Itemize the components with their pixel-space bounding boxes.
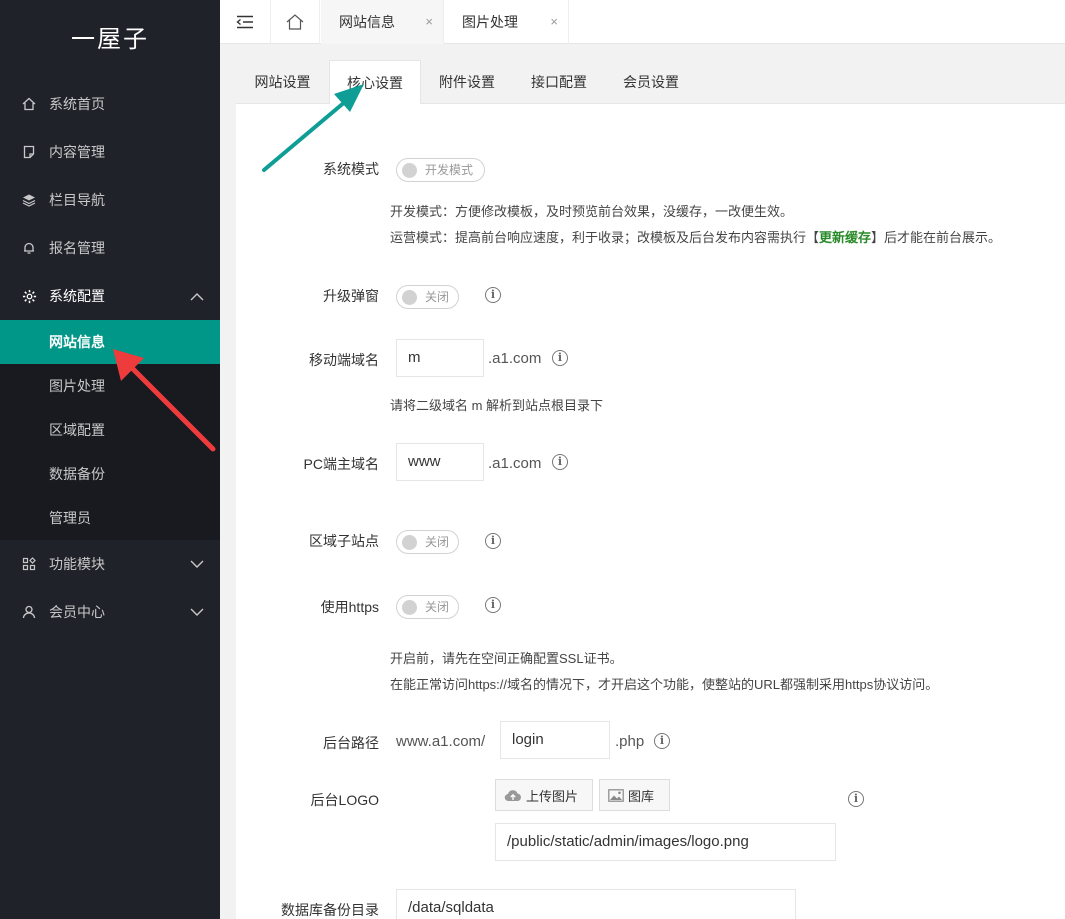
gallery-button[interactable]: 图库 <box>599 779 670 811</box>
switch-knob <box>402 600 417 615</box>
switch-knob <box>402 535 417 550</box>
user-icon <box>20 588 38 636</box>
menu-label: 栏目导航 <box>49 192 105 208</box>
switch-knob <box>402 163 417 178</box>
upgrade-popup-switch[interactable]: 关闭 <box>396 285 459 309</box>
system-mode-help-dev: 开发模式：方便修改模板，及时预览前台效果，没缓存，一改便生效。 <box>390 204 794 219</box>
submenu-item-image[interactable]: 图片处理 <box>0 364 220 408</box>
pc-domain-suffix: .a1.com <box>488 455 542 472</box>
tab-site-info[interactable]: 网站信息 × <box>321 0 444 44</box>
cloud-upload-icon <box>504 789 521 801</box>
button-label: 图库 <box>628 788 655 804</box>
backup-dir-input[interactable]: /data/sqldata <box>396 889 796 919</box>
tab-member-settings[interactable]: 会员设置 <box>605 60 697 104</box>
menu-label: 会员中心 <box>49 604 105 620</box>
info-icon[interactable]: i <box>848 791 864 807</box>
admin-path-suffix: .php <box>615 733 645 750</box>
mobile-domain-label: 移动端域名 <box>309 352 379 368</box>
admin-path-prefix: www.a1.com/ <box>396 733 486 750</box>
admin-logo-label: 后台LOGO <box>310 792 379 808</box>
menu-label: 功能模块 <box>49 556 105 572</box>
region-site-label: 区域子站点 <box>309 533 379 549</box>
document-icon <box>20 128 38 176</box>
info-icon[interactable]: i <box>654 733 670 749</box>
upgrade-popup-label: 升级弹窗 <box>323 288 379 304</box>
region-site-switch[interactable]: 关闭 <box>396 530 459 554</box>
image-icon <box>608 788 624 802</box>
update-cache-link[interactable]: 更新缓存 <box>819 230 871 245</box>
menu-fold-icon <box>236 15 253 29</box>
admin-path-input[interactable]: login <box>500 721 610 759</box>
system-mode-switch[interactable]: 开发模式 <box>396 158 485 182</box>
switch-text: 关闭 <box>425 535 450 549</box>
menu-label: 内容管理 <box>49 144 105 160</box>
switch-knob <box>402 290 417 305</box>
tab-api-config[interactable]: 接口配置 <box>513 60 605 104</box>
mobile-domain-input[interactable]: m <box>396 339 484 377</box>
close-icon[interactable]: × <box>550 0 558 44</box>
home-icon <box>286 14 304 30</box>
info-icon[interactable]: i <box>552 454 568 470</box>
switch-text: 关闭 <box>425 600 450 614</box>
tab-core-settings[interactable]: 核心设置 <box>329 60 421 105</box>
menu-item-nav[interactable]: 栏目导航 <box>0 176 220 224</box>
help-text: 】后才能在前台展示。 <box>871 230 1002 245</box>
collapse-menu-button[interactable] <box>220 0 270 44</box>
layers-icon <box>20 176 38 224</box>
button-label: 上传图片 <box>526 788 579 804</box>
upload-image-button[interactable]: 上传图片 <box>495 779 593 811</box>
info-icon[interactable]: i <box>485 597 501 613</box>
tab-image-processing[interactable]: 图片处理 × <box>444 0 569 44</box>
help-text: 运营模式：提高前台响应速度，利于收录；改模板及后台发布内容需执行【 <box>390 230 820 245</box>
bell-icon <box>20 224 38 272</box>
apps-icon <box>20 540 38 588</box>
home-tab-button[interactable] <box>270 0 320 44</box>
switch-text: 关闭 <box>425 290 450 304</box>
menu-label: 系统配置 <box>49 288 105 304</box>
menu-item-home[interactable]: 系统首页 <box>0 80 220 128</box>
mobile-domain-suffix: .a1.com <box>488 350 542 367</box>
submenu-item-region[interactable]: 区域配置 <box>0 408 220 452</box>
pc-domain-input[interactable]: www <box>396 443 484 481</box>
backup-dir-label: 数据库备份目录 <box>281 902 379 918</box>
close-icon[interactable]: × <box>425 0 433 44</box>
switch-text: 开发模式 <box>425 163 474 177</box>
tab-label: 图片处理 <box>462 14 518 30</box>
mobile-domain-help: 请将二级域名 m 解析到站点根目录下 <box>390 398 604 413</box>
system-mode-label: 系统模式 <box>323 161 379 177</box>
system-mode-help-prod: 运营模式：提高前台响应速度，利于收录；改模板及后台发布内容需执行【更新缓存】后才… <box>390 227 1001 246</box>
https-help-2: 在能正常访问https://域名的情况下，才开启这个功能，使整站的URL都强制采… <box>390 677 939 692</box>
menu-label: 系统首页 <box>49 96 105 112</box>
info-icon[interactable]: i <box>485 533 501 549</box>
menu-item-signup[interactable]: 报名管理 <box>0 224 220 272</box>
info-icon[interactable]: i <box>552 350 568 366</box>
tab-attachment-settings[interactable]: 附件设置 <box>421 60 513 104</box>
tab-site-settings[interactable]: 网站设置 <box>236 60 329 104</box>
top-tab-bar: 网站信息 × 图片处理 × <box>220 0 1065 44</box>
https-label: 使用https <box>320 599 379 615</box>
site-logo: 一屋子 <box>71 26 149 53</box>
menu-label: 报名管理 <box>49 240 105 256</box>
home-icon <box>20 80 38 128</box>
admin-logo-path-input[interactable]: /public/static/admin/images/logo.png <box>495 823 836 861</box>
admin-path-label: 后台路径 <box>323 735 379 751</box>
https-help-1: 开启前，请先在空间正确配置SSL证书。 <box>390 651 623 666</box>
https-switch[interactable]: 关闭 <box>396 595 459 619</box>
settings-tabs: 网站设置 核心设置 附件设置 接口配置 会员设置 <box>236 60 1065 105</box>
tab-label: 网站信息 <box>339 14 395 30</box>
info-icon[interactable]: i <box>485 287 501 303</box>
gear-icon <box>20 272 38 320</box>
pc-domain-label: PC端主域名 <box>303 456 379 472</box>
